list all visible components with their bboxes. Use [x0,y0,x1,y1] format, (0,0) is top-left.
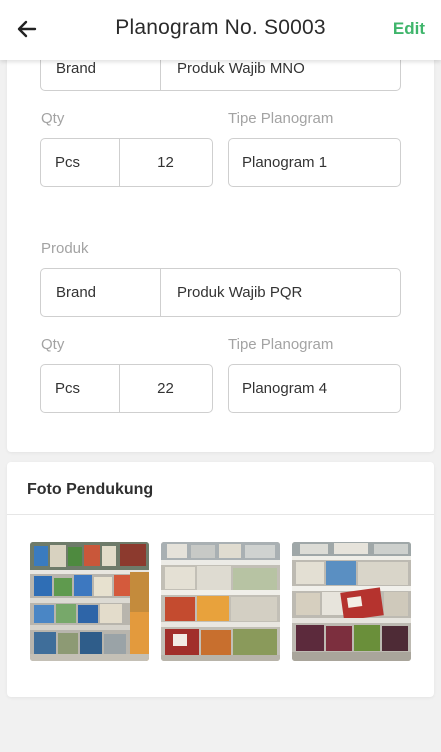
shelf-photo-2-image [161,542,280,661]
app-bar: Planogram No. S0003 Edit [0,0,441,60]
qty-unit: Pcs [55,154,81,171]
supporting-photos-title: Foto Pendukung [27,481,154,498]
qty-label: Qty [41,336,65,353]
shelf-photo-1[interactable] [30,542,149,661]
qty-label: Qty [41,110,65,127]
shelf-photo-3[interactable] [292,542,411,661]
planogram-type-field[interactable]: Planogram 1 [228,138,401,187]
edit-button[interactable]: Edit [393,19,425,39]
brand-field[interactable]: Brand Produk Wajib PQR [40,268,401,317]
section-divider [7,514,434,515]
shelf-photo-2[interactable] [161,542,280,661]
shelf-photo-3-image [292,542,411,661]
planogram-items-card: Brand Produk Wajib MNO Qty Tipe Planogra… [7,40,434,452]
qty-value: 22 [157,380,174,397]
brand-field-value: Produk Wajib PQR [177,284,303,301]
brand-field-label: Brand [56,284,97,301]
qty-value: 12 [157,154,174,171]
planogram-type-label: Tipe Planogram [228,110,334,127]
product-label: Produk [41,240,89,257]
field-divider [160,269,161,316]
qty-unit: Pcs [55,380,81,397]
planogram-type-value: Planogram 4 [242,380,328,397]
qty-field[interactable]: Pcs 12 [40,138,213,187]
shelf-photo-1-image [30,542,149,661]
planogram-type-value: Planogram 1 [242,154,328,171]
planogram-type-label: Tipe Planogram [228,336,334,353]
qty-field[interactable]: Pcs 22 [40,364,213,413]
planogram-type-field[interactable]: Planogram 4 [228,364,401,413]
page-title: Planogram No. S0003 [115,16,326,39]
supporting-photos-card: Foto Pendukung [7,462,434,697]
